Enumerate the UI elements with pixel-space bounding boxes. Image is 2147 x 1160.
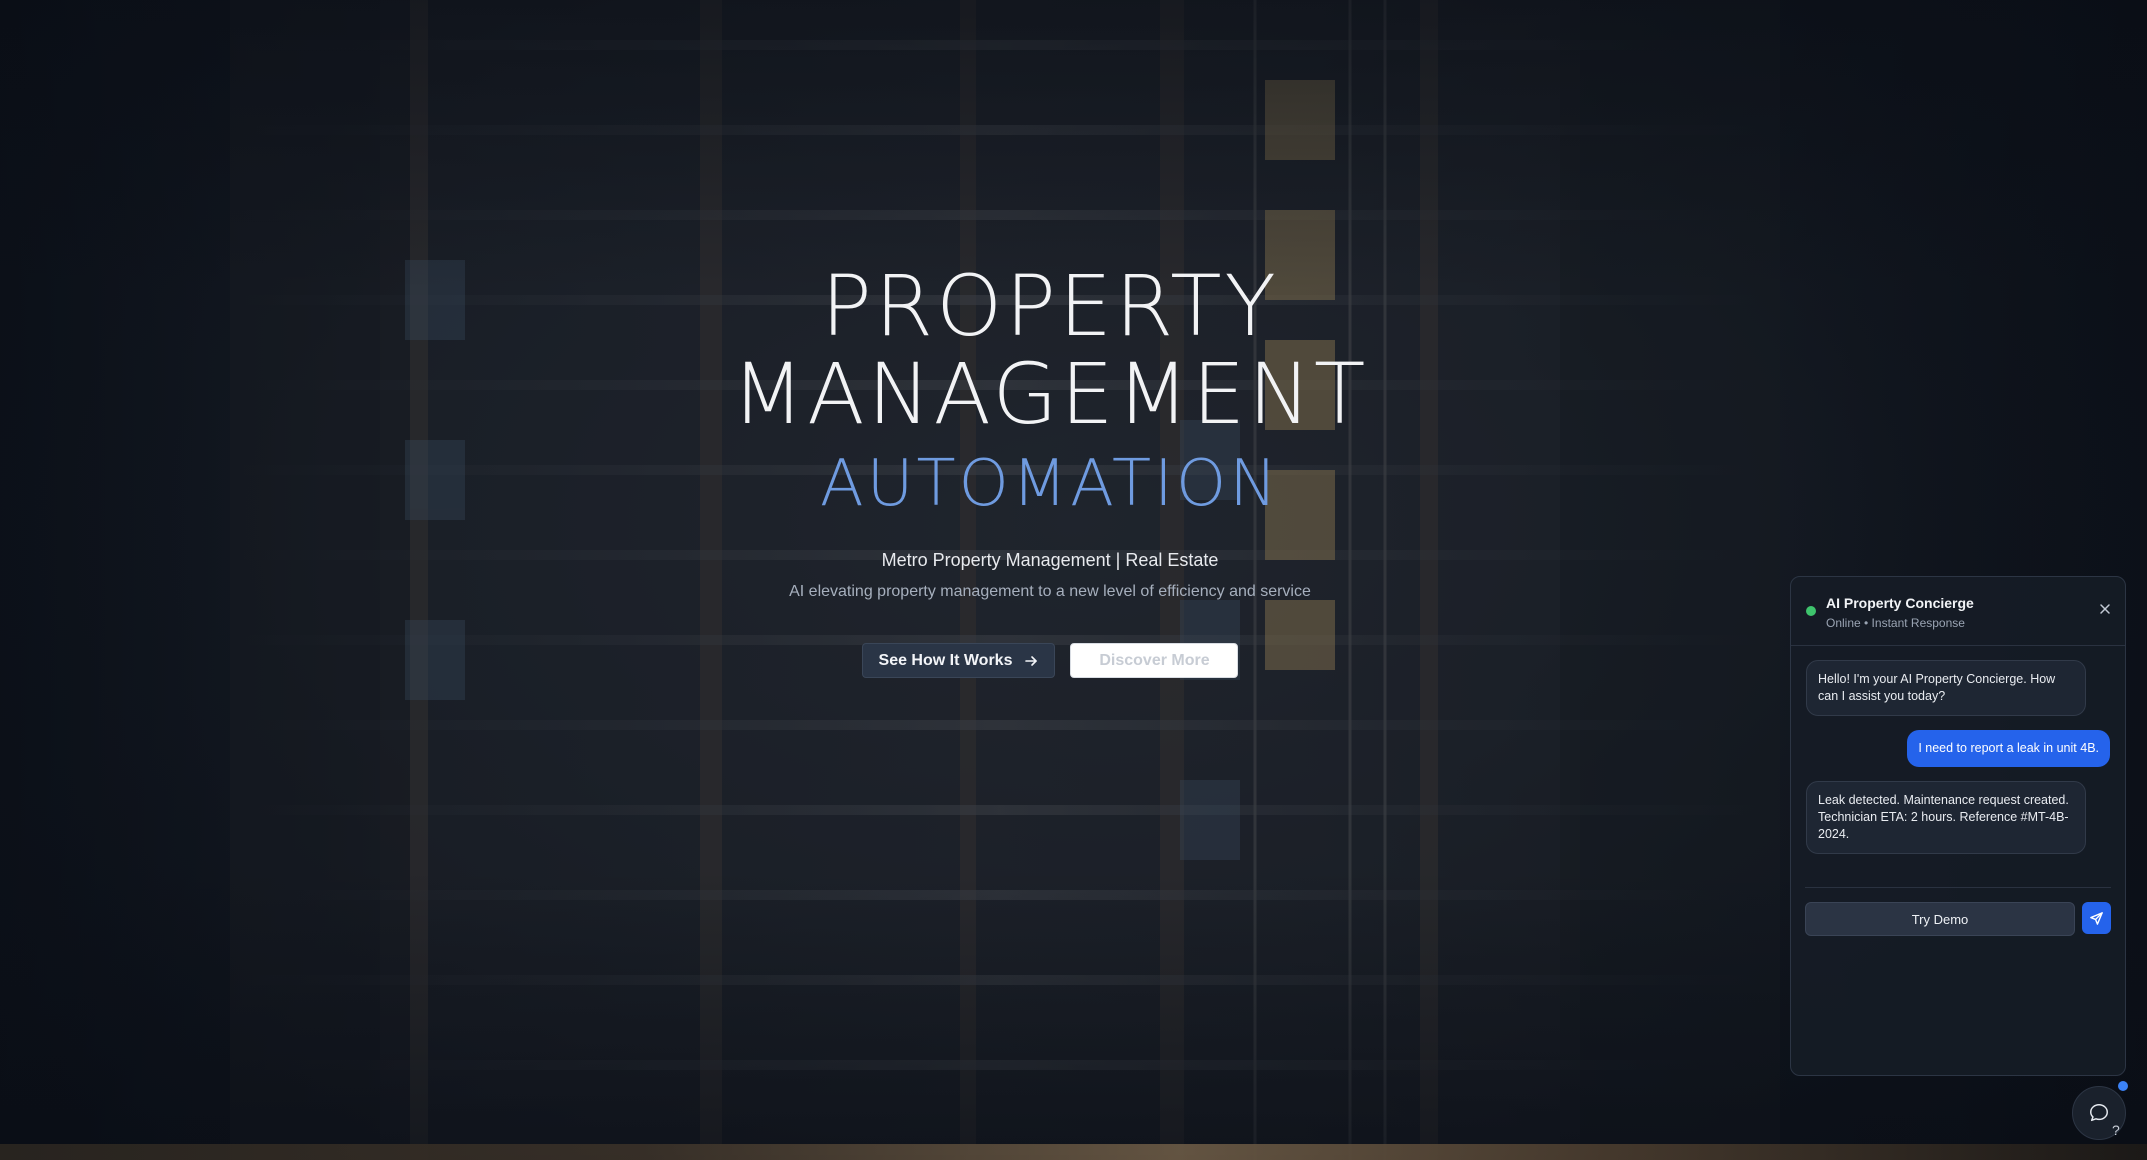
see-how-it-works-button[interactable]: See How It Works [861, 643, 1056, 678]
chat-status: Online • Instant Response [1826, 616, 1965, 630]
hero-title-line1: PROPERTY [821, 257, 1279, 355]
bot-message: Leak detected. Maintenance request creat… [1806, 781, 2086, 854]
arrow-right-icon [1025, 655, 1038, 666]
send-icon [2090, 911, 2103, 925]
user-message-row: I need to report a leak in unit 4B. [1806, 730, 2110, 767]
chat-input[interactable] [1805, 902, 2075, 936]
chat-title: AI Property Concierge [1826, 595, 1974, 611]
hero-buttons: See How It Works Discover More [0, 643, 2100, 678]
see-how-it-works-label: See How It Works [878, 651, 1013, 669]
chat-messages: Hello! I'm your AI Property Concierge. H… [1791, 646, 2125, 868]
chat-panel: AI Property Concierge Online • Instant R… [1790, 576, 2126, 1076]
send-button[interactable] [2082, 902, 2111, 934]
page: PROPERTY MANAGEMENT AUTOMATION Metro Pro… [0, 0, 2147, 1160]
hero-title-accent: AUTOMATION [819, 447, 1281, 521]
help-icon[interactable]: ? [2112, 1122, 2120, 1138]
notification-dot [2118, 1081, 2128, 1091]
background-bottom-strip [0, 1144, 2147, 1160]
hero-subtitle: Metro Property Management | Real Estate [881, 550, 1219, 570]
chat-input-row [1805, 887, 2111, 936]
bot-message: Hello! I'm your AI Property Concierge. H… [1806, 660, 2086, 716]
online-status-dot [1806, 606, 1816, 616]
discover-more-button[interactable]: Discover More [1070, 643, 1239, 678]
user-message: I need to report a leak in unit 4B. [1907, 730, 2110, 767]
close-icon[interactable] [2097, 601, 2113, 617]
hero-section: PROPERTY MANAGEMENT AUTOMATION Metro Pro… [0, 262, 2100, 678]
hero-title-line2: MANAGEMENT [731, 345, 1369, 443]
chat-bubble-icon [2090, 1104, 2108, 1122]
chat-header: AI Property Concierge Online • Instant R… [1791, 577, 2125, 646]
hero-description: AI elevating property management to a ne… [789, 583, 1311, 600]
